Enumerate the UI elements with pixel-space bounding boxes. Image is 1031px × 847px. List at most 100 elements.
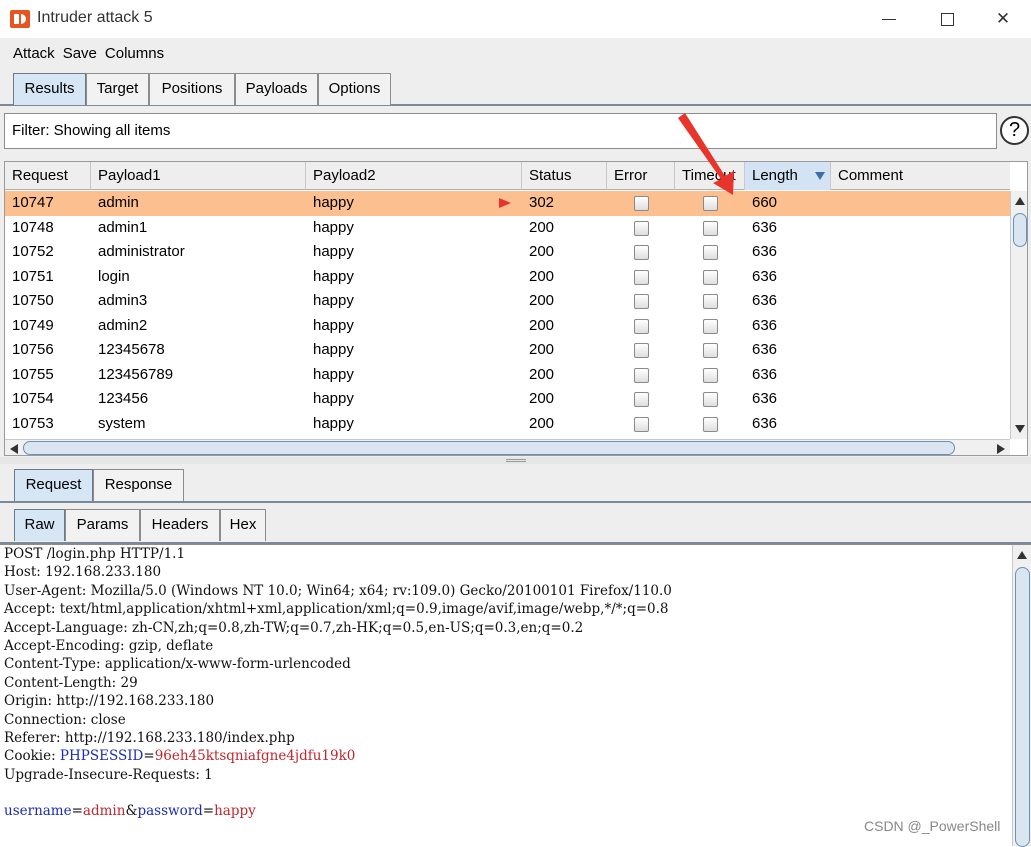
table-row[interactable]: 10752 administrator happy 200 636 (5, 240, 1010, 265)
column-header-length[interactable]: Length (745, 162, 831, 190)
column-header-comment[interactable]: Comment (831, 162, 1010, 190)
cell-comment (831, 412, 838, 436)
cell-payload2: happy (313, 267, 354, 285)
scroll-thumb[interactable] (1015, 567, 1030, 847)
error-checkbox (634, 392, 649, 407)
scroll-down-icon[interactable] (1015, 425, 1025, 433)
table-vertical-scrollbar[interactable] (1010, 191, 1027, 439)
raw-segment: Accept-Language: zh-CN,zh;q=0.8,zh-TW;q=… (4, 619, 584, 636)
timeout-checkbox (703, 416, 718, 432)
cell-payload1: administrator (98, 243, 185, 260)
cell-request: 10750 (12, 292, 54, 309)
raw-segment: = (202, 803, 215, 820)
splitter-grip-icon[interactable] (506, 459, 526, 462)
timeout-checkbox (703, 343, 718, 358)
pane-splitter[interactable] (0, 457, 1031, 464)
cell-payload2: happy (313, 292, 354, 309)
table-row[interactable]: 10753 system happy 200 636 (5, 412, 1010, 437)
menu-save[interactable]: Save (63, 45, 97, 62)
menu-columns[interactable]: Columns (105, 45, 164, 62)
tab-target[interactable]: Target (86, 73, 149, 105)
raw-segment: Content-Type: application/x-www-form-url… (4, 656, 351, 673)
maximize-button[interactable] (924, 4, 970, 34)
raw-vertical-scrollbar[interactable] (1012, 545, 1031, 847)
table-row[interactable]: 10750 admin3 happy 200 636 (5, 289, 1010, 314)
minimize-button[interactable] (866, 4, 912, 34)
cell-comment (831, 216, 838, 240)
raw-segment: Connection: close (4, 711, 126, 728)
menu-attack[interactable]: Attack (13, 45, 55, 62)
raw-line: POST /login.php HTTP/1.1 (4, 545, 672, 563)
scroll-thumb[interactable] (23, 441, 955, 455)
scroll-up-icon[interactable] (1015, 197, 1025, 205)
burp-suite-icon (10, 10, 30, 28)
raw-line: Accept: text/html,application/xhtml+xml,… (4, 600, 672, 618)
table-row[interactable]: 10749 admin2 happy 200 636 (5, 314, 1010, 339)
tab-options[interactable]: Options (318, 73, 391, 105)
tab-positions[interactable]: Positions (149, 73, 235, 105)
tab-results[interactable]: Results (13, 73, 86, 105)
tab-hex[interactable]: Hex (220, 509, 266, 541)
timeout-checkbox (703, 220, 718, 236)
tab-params[interactable]: Params (65, 509, 140, 541)
table-row[interactable]: 10747 admin happy 302 660 (5, 191, 1010, 216)
column-header-timeout[interactable]: Timeout (675, 162, 745, 190)
column-header-request[interactable]: Request (5, 162, 91, 190)
scroll-right-icon[interactable] (997, 444, 1005, 454)
cell-comment (831, 338, 838, 362)
raw-line: username=admin&password=happy (4, 802, 672, 820)
tab-response[interactable]: Response (93, 469, 184, 501)
scroll-thumb[interactable] (1013, 213, 1027, 247)
scroll-left-icon[interactable] (10, 444, 18, 454)
tab-request[interactable]: Request (14, 469, 93, 501)
table-row[interactable]: 10751 login happy 200 636 (5, 265, 1010, 290)
cell-status: 200 (529, 390, 555, 407)
column-header-error[interactable]: Error (607, 162, 675, 190)
cell-payload1: admin2 (98, 316, 148, 334)
raw-segment: Cookie: (4, 748, 60, 765)
cell-status: 302 (529, 194, 555, 211)
column-header-payload1[interactable]: Payload1 (91, 162, 306, 190)
raw-line: Cookie: PHPSESSID=96eh45ktsqniafgne4jdfu… (4, 747, 672, 765)
raw-line: Upgrade-Insecure-Requests: 1 (4, 766, 672, 784)
raw-segment: = (143, 748, 155, 765)
scroll-up-icon[interactable] (1017, 551, 1027, 559)
cell-status: 200 (529, 292, 555, 309)
cell-payload1: system (98, 414, 146, 432)
raw-segment: Upgrade-Insecure-Requests: 1 (4, 766, 213, 783)
raw-segment: Host: 192.168.233.180 (4, 564, 162, 581)
cell-payload1: admin (98, 194, 139, 211)
cell-comment (831, 363, 838, 387)
cell-payload2: happy (313, 194, 354, 211)
close-button[interactable]: ✕ (980, 4, 1026, 34)
column-header-payload2[interactable]: Payload2 (306, 162, 522, 190)
raw-line: Content-Type: application/x-www-form-url… (4, 655, 672, 673)
table-horizontal-scrollbar[interactable] (5, 439, 1010, 455)
table-row[interactable]: 10755 123456789 happy 200 636 (5, 363, 1010, 388)
cell-length: 636 (752, 267, 778, 285)
error-checkbox (634, 318, 649, 334)
cell-length: 636 (752, 218, 778, 236)
timeout-checkbox (703, 245, 718, 260)
table-row[interactable]: 10748 admin1 happy 200 636 (5, 216, 1010, 241)
tab-payloads[interactable]: Payloads (235, 73, 318, 105)
raw-segment: = (71, 803, 83, 820)
cell-request: 10747 (12, 194, 54, 211)
tab-raw[interactable]: Raw (14, 509, 65, 541)
sort-descending-icon (815, 172, 825, 180)
tab-headers[interactable]: Headers (140, 509, 220, 541)
raw-segment: Accept-Encoding: gzip, deflate (4, 637, 214, 654)
cell-payload2: happy (313, 365, 354, 383)
cell-length: 660 (752, 194, 778, 211)
cell-request: 10748 (12, 218, 54, 236)
raw-request-editor[interactable]: POST /login.php HTTP/1.1 Host: 192.168.23… (0, 544, 1031, 847)
table-row[interactable]: 10754 123456 happy 200 636 (5, 387, 1010, 412)
detail-tab-bar: Request Response (0, 464, 1031, 503)
filter-bar[interactable]: Filter: Showing all items (4, 113, 997, 149)
raw-segment: admin (82, 803, 126, 820)
help-icon[interactable]: ? (1000, 116, 1029, 145)
raw-line: Host: 192.168.233.180 (4, 563, 672, 581)
table-row[interactable]: 10756 12345678 happy 200 636 (5, 338, 1010, 363)
cell-comment (831, 265, 838, 289)
column-header-status[interactable]: Status (522, 162, 607, 190)
